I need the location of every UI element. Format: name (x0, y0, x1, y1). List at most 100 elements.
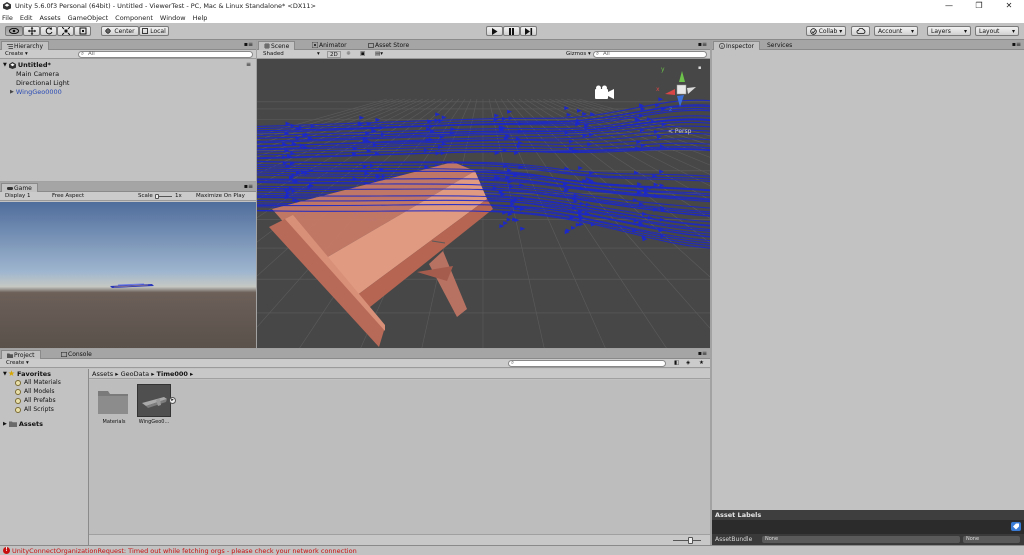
expand-arrow-icon[interactable]: ▶ (10, 89, 14, 95)
maximize-on-play-toggle[interactable]: Maximize On Play (194, 193, 247, 200)
pause-button[interactable] (503, 26, 520, 36)
tag-icon[interactable] (1011, 522, 1021, 531)
icon-size-slider-thumb[interactable] (688, 537, 693, 544)
shading-dropdown-arrow-icon[interactable]: ▾ (315, 51, 322, 58)
asset-item-winggeo[interactable]: ▸ WingGeo0... (136, 384, 176, 428)
scene-panel-menu-icon[interactable]: ▪≡ (698, 41, 707, 48)
menu-file[interactable]: File (2, 14, 13, 22)
scene-search-input[interactable]: ⌕ All (593, 51, 707, 58)
hierarchy-item-winggeo[interactable]: ▶ WingGeo0000 (10, 88, 62, 96)
menu-gameobject[interactable]: GameObject (68, 14, 109, 22)
breadcrumb-geodata[interactable]: GeoData (121, 370, 150, 378)
favorites-row[interactable]: ▼ ★ Favorites (3, 370, 51, 379)
scale-tool-button[interactable] (57, 26, 74, 36)
restore-button[interactable]: ❐ (964, 0, 994, 12)
minimize-button[interactable]: — (934, 0, 964, 12)
icon-size-slider-track[interactable] (673, 540, 701, 541)
hierarchy-create-dropdown[interactable]: Create ▾ (3, 51, 30, 58)
account-dropdown[interactable]: Account ▾ (874, 26, 918, 36)
favorite-all-materials-label: All Materials (24, 379, 61, 386)
tab-services[interactable]: Services (762, 41, 797, 50)
gizmo-lock-icon[interactable]: ▪ (698, 65, 701, 71)
scene-effects-icon[interactable]: ▤▾ (373, 51, 385, 58)
collapse-arrow-icon[interactable]: ▼ (3, 62, 7, 68)
scene-tabbar: Scene Animator Asset Store ▪≡ (257, 40, 710, 50)
asset-labels-header[interactable]: Asset Labels (712, 510, 1024, 520)
assets-root-row[interactable]: ▶ Assets (3, 420, 43, 428)
game-panel-menu-icon[interactable]: ▪≡ (244, 183, 253, 190)
tab-asset-store[interactable]: Asset Store (363, 41, 414, 50)
menu-window[interactable]: Window (160, 14, 186, 22)
tab-animator[interactable]: Animator (307, 41, 352, 50)
shopping-bag-icon (368, 42, 374, 48)
gizmos-dropdown[interactable]: Gizmos ▾ (564, 51, 593, 58)
tab-inspector[interactable]: Inspector (713, 41, 760, 50)
window-title-bar: Unity 5.6.0f3 Personal (64bit) - Untitle… (0, 0, 1024, 12)
menu-edit[interactable]: Edit (20, 14, 33, 22)
hierarchy-item-directional-light[interactable]: Directional Light (16, 79, 69, 87)
tab-hierarchy[interactable]: Hierarchy (1, 41, 50, 50)
play-button[interactable] (486, 26, 503, 36)
view-tool-button[interactable] (5, 26, 23, 36)
move-tool-button[interactable] (23, 26, 40, 36)
collab-button[interactable]: Collab ▾ (806, 26, 846, 36)
step-button[interactable] (520, 26, 537, 36)
asset-bundle-dropdown[interactable]: None (762, 536, 960, 543)
layout-dropdown[interactable]: Layout ▾ (975, 26, 1019, 36)
projection-label[interactable]: < Persp (668, 128, 692, 135)
hierarchy-scene-row[interactable]: ▼ Untitled* (3, 61, 51, 69)
hierarchy-panel-menu-icon[interactable]: ▪≡ (244, 41, 253, 48)
tab-console[interactable]: Console (56, 350, 97, 359)
tab-game[interactable]: Game (1, 183, 38, 192)
rotate-tool-button[interactable] (40, 26, 57, 36)
search-by-label-icon[interactable]: ◈ (684, 360, 692, 367)
breadcrumb-time000[interactable]: Time000 (157, 370, 188, 378)
expand-asset-icon[interactable]: ▸ (169, 397, 176, 404)
aspect-dropdown[interactable]: Free Aspect (50, 193, 86, 200)
2d-toggle[interactable]: 2D (327, 51, 341, 58)
favorite-search-icon[interactable]: ★ (697, 360, 706, 367)
asset-variant-dropdown[interactable]: None (963, 536, 1020, 543)
scene-audio-icon[interactable]: ▣ (358, 51, 367, 58)
pivot-rotation-button[interactable]: Local (139, 26, 169, 36)
rect-tool-button[interactable] (74, 26, 91, 36)
camera-gizmo-icon[interactable] (595, 85, 614, 100)
eye-icon (9, 28, 19, 34)
inspector-panel-menu-icon[interactable]: ▪≡ (1012, 41, 1021, 48)
shading-mode-dropdown[interactable]: Shaded (261, 51, 286, 58)
project-search-input[interactable]: ⌕ (508, 360, 666, 367)
scale-slider-thumb[interactable] (155, 194, 159, 199)
scene-render[interactable]: y x z < Persp ▪ (257, 59, 710, 348)
tab-scene[interactable]: Scene (258, 41, 296, 50)
scene-options-icon[interactable]: ≡ (246, 61, 251, 68)
status-bar[interactable]: ! UnityConnectOrganizationRequest: Timed… (0, 545, 1024, 555)
menu-component[interactable]: Component (115, 14, 153, 22)
project-panel-menu-icon[interactable]: ▪≡ (698, 350, 707, 357)
display-dropdown[interactable]: Display 1 (3, 193, 33, 200)
close-button[interactable]: ✕ (994, 0, 1024, 12)
project-tabbar: Project Console ▪≡ (0, 349, 710, 359)
project-create-dropdown[interactable]: Create ▾ (4, 360, 31, 367)
hierarchy-item-main-camera[interactable]: Main Camera (16, 70, 59, 78)
hierarchy-search-input[interactable]: ⌕ All (78, 51, 253, 58)
search-by-type-icon[interactable]: ◧ (672, 360, 681, 367)
scene-search-icon: ⌕ (596, 51, 600, 57)
asset-item-materials[interactable]: Materials (97, 387, 131, 427)
assets-expand-icon[interactable]: ▶ (3, 421, 7, 427)
favorite-all-models[interactable]: All Models (15, 388, 55, 395)
scene-lighting-icon[interactable]: ☼ (344, 51, 353, 58)
game-view-render[interactable] (0, 202, 256, 348)
favorite-all-prefabs[interactable]: All Prefabs (15, 397, 56, 404)
favorites-collapse-icon[interactable]: ▼ (3, 371, 7, 377)
pivot-mode-button[interactable]: Center (101, 26, 139, 36)
project-asset-grid: Materials ▸ WingGeo0... (89, 380, 710, 534)
menu-help[interactable]: Help (193, 14, 208, 22)
breadcrumb-assets[interactable]: Assets (92, 370, 113, 378)
favorite-all-scripts[interactable]: All Scripts (15, 406, 54, 413)
layers-dropdown[interactable]: Layers ▾ (927, 26, 971, 36)
tab-project[interactable]: Project (1, 350, 41, 359)
menu-assets[interactable]: Assets (39, 14, 60, 22)
favorite-all-materials[interactable]: All Materials (15, 379, 61, 386)
cloud-button[interactable] (851, 26, 870, 36)
scene-viewport[interactable]: y x z < Persp ▪ (257, 59, 710, 348)
